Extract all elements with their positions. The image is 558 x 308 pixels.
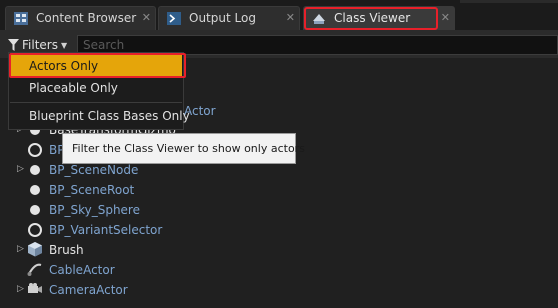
tab-label: Content Browser [36,11,137,25]
ring-icon [28,223,42,237]
menu-item-label: Blueprint Class Bases Only [29,109,190,123]
tooltip: Filter the Class Viewer to show only act… [62,133,305,164]
camera-icon [28,283,42,293]
sphere-icon [30,165,40,175]
tree-row-label: BP_SceneRoot [49,183,135,197]
tree-row-brush[interactable]: ▷ Brush [0,240,558,260]
funnel-icon [8,39,19,51]
tree-row-bp-sceneroot[interactable]: BP_SceneRoot [0,180,558,200]
tree-row-label: BP_SceneNode [49,163,139,177]
content-browser-icon [14,12,28,25]
chevron-down-icon: ▼ [60,40,68,50]
sphere-icon [30,205,40,215]
expand-arrow-icon[interactable]: ▷ [17,284,24,294]
menu-divider [10,102,182,103]
tab-content-browser[interactable]: Content Browser ✕ [5,6,156,30]
tab-close-icon[interactable]: ✕ [286,11,295,24]
expand-arrow-icon[interactable]: ▷ [17,164,24,174]
expand-arrow-icon[interactable]: ▷ [17,244,24,254]
tab-close-icon[interactable]: ✕ [441,11,450,24]
tree-row-bp-variantselector[interactable]: BP_VariantSelector [0,220,558,240]
tree-row-bp-sky-sphere[interactable]: BP_Sky_Sphere [0,200,558,220]
brush-cube-icon [28,242,42,257]
tab-output-log[interactable]: Output Log ✕ [158,6,300,30]
tree-row-cameraactor[interactable]: ▷ CameraActor [0,280,558,300]
tree-row-label: BP_VariantSelector [49,223,163,237]
tab-close-icon[interactable]: ✕ [142,11,151,24]
tree-row-cableactor[interactable]: CableActor [0,260,558,280]
tree-row-label: CameraActor [49,283,128,297]
output-log-icon [167,12,181,25]
tab-bar-accent [460,0,558,3]
sphere-icon [30,185,40,195]
tree-row-label: CableActor [49,263,115,277]
tree-row-label: Brush [49,243,84,257]
menu-annotation-box [9,53,186,78]
tab-annotation-box [304,7,438,30]
tab-label: Output Log [189,11,256,25]
ring-icon [28,143,42,157]
menu-item-label: Placeable Only [29,81,118,95]
tree-row-label: BP_Sky_Sphere [49,203,140,217]
menu-item-blueprint-class-bases-only[interactable]: Blueprint Class Bases Only [10,105,190,127]
menu-item-placeable-only[interactable]: Placeable Only [10,77,182,99]
cable-actor-icon [27,263,42,276]
filters-label: Filters [22,38,58,52]
